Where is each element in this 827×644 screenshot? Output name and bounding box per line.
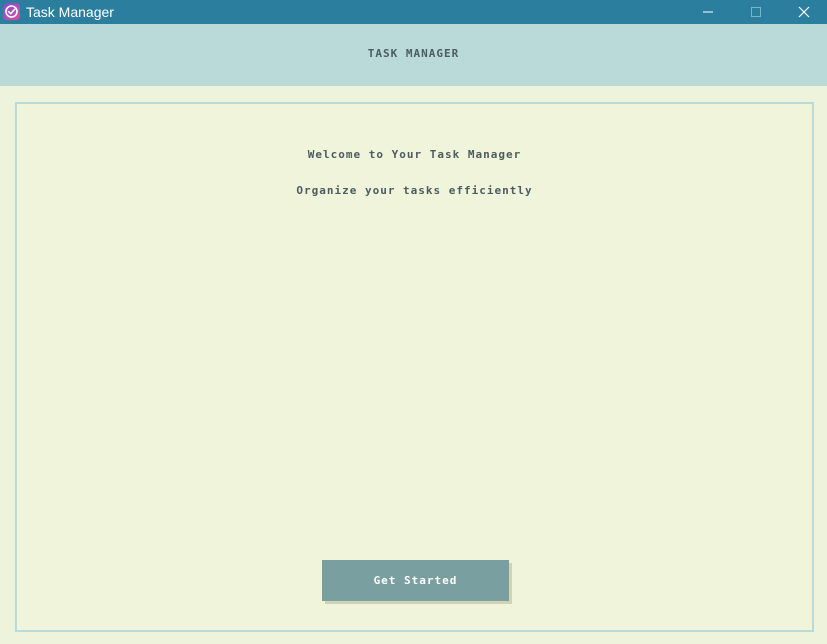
get-started-button[interactable]: Get Started — [322, 560, 509, 601]
maximize-button[interactable] — [733, 0, 779, 24]
welcome-title: Welcome to Your Task Manager — [307, 148, 522, 161]
checkmark-circle-icon — [3, 3, 20, 20]
main-panel: Welcome to Your Task Manager Organize yo… — [15, 102, 814, 632]
welcome-subtitle: Organize your tasks efficiently — [296, 184, 533, 197]
app-header: TASK MANAGER — [0, 24, 827, 86]
maximize-icon — [751, 7, 761, 17]
close-icon — [798, 6, 810, 18]
window-titlebar[interactable]: Task Manager — [0, 0, 827, 24]
header-title: TASK MANAGER — [367, 47, 460, 60]
close-button[interactable] — [781, 0, 827, 24]
minimize-icon — [703, 11, 713, 13]
minimize-button[interactable] — [685, 0, 731, 24]
window-title: Task Manager — [26, 4, 114, 20]
